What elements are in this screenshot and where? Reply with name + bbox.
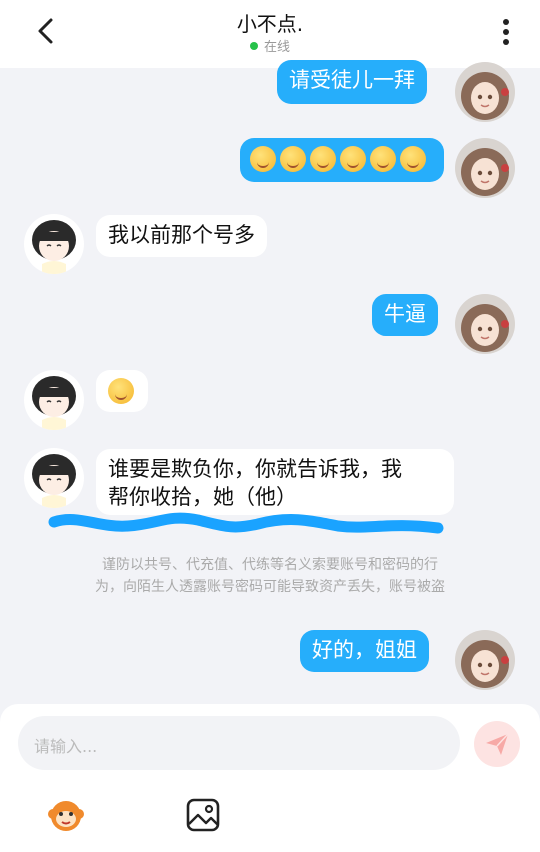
my-avatar-image [455, 294, 515, 354]
message-bubble-received[interactable]: 我以前那个号多 [96, 215, 267, 257]
image-picker-icon[interactable] [184, 796, 224, 836]
grin-emoji-icon [340, 146, 366, 172]
grin-emoji-icon [370, 146, 396, 172]
contact-avatar[interactable] [24, 214, 84, 274]
message-line-1: 谁要是欺负你，你就告诉我，我 [108, 457, 402, 481]
contact-avatar-image [24, 214, 84, 274]
my-avatar-image [455, 630, 515, 690]
online-status-label: 在线 [263, 40, 290, 55]
contact-name: 小不点. [236, 12, 304, 36]
online-dot-icon [249, 42, 258, 50]
my-avatar[interactable] [455, 62, 515, 122]
my-avatar[interactable] [455, 138, 515, 198]
send-icon [486, 733, 509, 755]
online-status: 在线 [0, 36, 540, 55]
message-input-placeholder: 请输入... [34, 737, 98, 756]
contact-avatar-image [24, 370, 84, 430]
my-avatar[interactable] [455, 294, 515, 354]
safety-notice: 谨防以共号、代充值、代练等名义索要账号和密码的行 为，向陌生人透露账号密码可能导… [40, 554, 500, 598]
smile-emoji-icon [310, 146, 336, 172]
message-bubble-sent-emoji[interactable] [240, 138, 444, 182]
my-avatar-image [455, 62, 515, 122]
monkey-sticker-icon[interactable] [46, 794, 86, 834]
my-avatar-image [455, 138, 515, 198]
message-bubble-sent[interactable]: 牛逼 [372, 294, 438, 336]
message-bubble-received-emoji[interactable] [96, 370, 148, 412]
contact-avatar[interactable] [24, 370, 84, 430]
chat-header: 小不点. 在线 [0, 0, 540, 68]
my-avatar[interactable] [455, 630, 515, 690]
grin-emoji-icon [400, 146, 426, 172]
safety-notice-line-1: 谨防以共号、代充值、代练等名义索要账号和密码的行 [102, 557, 438, 573]
safety-notice-line-2: 为，向陌生人透露账号密码可能导致资产丢失，账号被盗 [95, 579, 445, 595]
smile-emoji-icon [108, 378, 134, 404]
contact-avatar-image [24, 448, 84, 508]
blue-scribble-mark [48, 512, 444, 534]
smile-emoji-icon [250, 146, 276, 172]
smile-emoji-icon [280, 146, 306, 172]
message-bubble-sent[interactable]: 请受徒儿一拜 [277, 60, 427, 104]
message-bubble-sent[interactable]: 好的，姐姐 [300, 630, 429, 672]
send-button[interactable] [474, 721, 520, 767]
more-options-icon[interactable] [494, 14, 518, 50]
contact-avatar[interactable] [24, 448, 84, 508]
